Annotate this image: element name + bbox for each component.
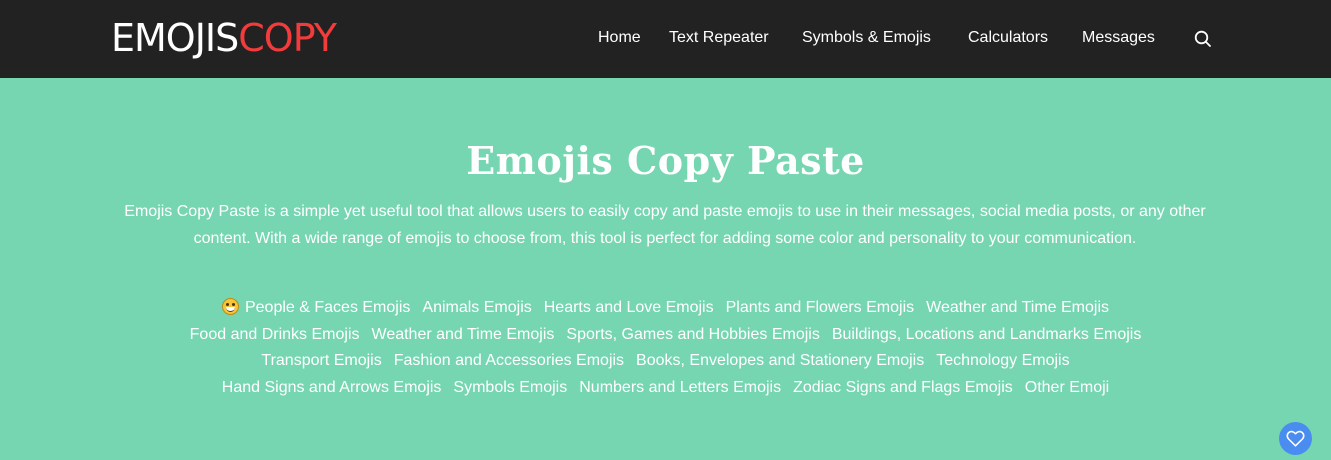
category-link-symbols[interactable]: Symbols Emojis bbox=[453, 379, 567, 396]
category-link-hand-signs[interactable]: Hand Signs and Arrows Emojis bbox=[222, 379, 442, 396]
category-link-sports-games[interactable]: Sports, Games and Hobbies Emojis bbox=[566, 326, 819, 343]
category-row: People & Faces Emojis Animals Emojis Heart… bbox=[0, 295, 1331, 322]
category-link-plants-flowers[interactable]: Plants and Flowers Emojis bbox=[726, 299, 915, 316]
search-icon[interactable] bbox=[1193, 29, 1213, 49]
nav-item-text-repeater[interactable]: Text Repeater bbox=[669, 27, 769, 49]
category-link-numbers-letters[interactable]: Numbers and Letters Emojis bbox=[579, 379, 781, 396]
category-link-weather-time-2[interactable]: Weather and Time Emojis bbox=[372, 326, 555, 343]
page-title: Emojis Copy Paste bbox=[466, 138, 865, 183]
site-header: EMOJISCOPY Home Text Repeater Symbols & … bbox=[0, 0, 1331, 78]
favorites-button[interactable] bbox=[1279, 422, 1312, 455]
nav-item-calculators[interactable]: Calculators bbox=[968, 27, 1048, 49]
category-link-food-drinks[interactable]: Food and Drinks Emojis bbox=[190, 326, 360, 343]
nav-item-messages[interactable]: Messages bbox=[1082, 27, 1155, 49]
page-description: Emojis Copy Paste is a simple yet useful… bbox=[124, 203, 1206, 247]
grinning-face-icon bbox=[221, 298, 239, 315]
category-link-animals[interactable]: Animals Emojis bbox=[422, 299, 531, 316]
heart-icon bbox=[1286, 430, 1305, 447]
category-link-fashion[interactable]: Fashion and Accessories Emojis bbox=[394, 352, 624, 369]
category-link-books-stationery[interactable]: Books, Envelopes and Stationery Emojis bbox=[636, 352, 924, 369]
category-link-hearts-love[interactable]: Hearts and Love Emojis bbox=[544, 299, 714, 316]
logo-text-accent: COPY bbox=[238, 16, 337, 60]
category-row: Hand Signs and Arrows Emojis Symbols Emoj… bbox=[0, 375, 1331, 402]
category-row: Food and Drinks Emojis Weather and Time E… bbox=[0, 322, 1331, 349]
category-link-transport[interactable]: Transport Emojis bbox=[261, 352, 381, 369]
category-link-weather-time[interactable]: Weather and Time Emojis bbox=[926, 299, 1109, 316]
nav-item-home[interactable]: Home bbox=[598, 27, 641, 49]
hero-section: Emojis Copy Paste Emojis Copy Paste is a… bbox=[0, 78, 1331, 460]
logo-text-main: EMOJIS bbox=[111, 16, 239, 60]
site-logo[interactable]: EMOJISCOPY bbox=[111, 16, 337, 60]
category-links: People & Faces Emojis Animals Emojis Heart… bbox=[0, 295, 1331, 401]
nav-item-symbols-emojis[interactable]: Symbols & Emojis bbox=[802, 27, 931, 49]
category-link-technology[interactable]: Technology Emojis bbox=[936, 352, 1069, 369]
category-link-people-faces[interactable]: People & Faces Emojis bbox=[221, 298, 410, 316]
category-link-zodiac-flags[interactable]: Zodiac Signs and Flags Emojis bbox=[793, 379, 1013, 396]
category-link-buildings-locations[interactable]: Buildings, Locations and Landmarks Emoji… bbox=[832, 326, 1142, 343]
category-link-other[interactable]: Other Emoji bbox=[1025, 379, 1109, 396]
category-row: Transport Emojis Fashion and Accessories … bbox=[0, 348, 1331, 375]
